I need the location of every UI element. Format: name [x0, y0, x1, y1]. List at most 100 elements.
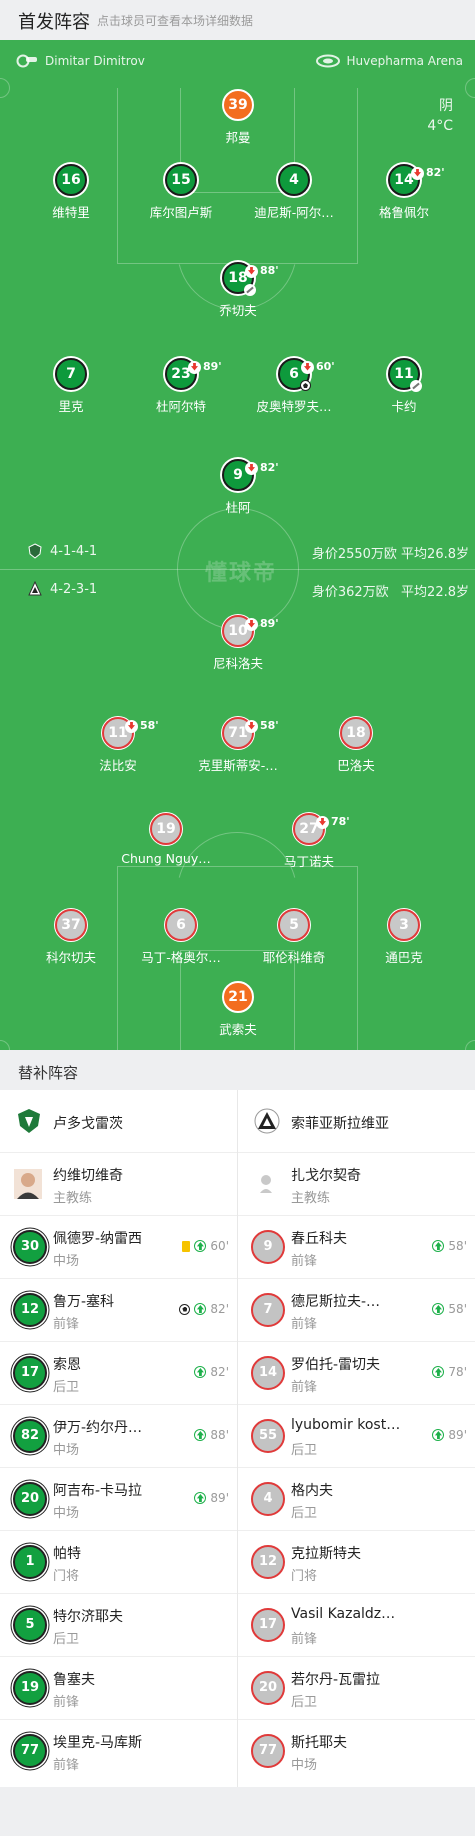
- home-sub-row[interactable]: 5 特尔济耶夫 后卫: [0, 1594, 237, 1657]
- player-number-badge: 27 78': [293, 813, 350, 845]
- home-team-crest-icon: [18, 1109, 40, 1133]
- player-number-badge: 6 60': [278, 358, 335, 391]
- sub-event: 58': [432, 1302, 467, 1316]
- sub-number-badge: 77: [251, 1734, 285, 1768]
- home-sub-row[interactable]: 30 佩德罗-纳雷西 中场 60': [0, 1216, 237, 1279]
- sub-name: 斯托耶夫: [291, 1735, 347, 1751]
- player-name: 格鲁佩尔: [378, 205, 429, 220]
- sub-in-icon: [432, 1240, 445, 1252]
- away-player-27[interactable]: 27 78' 马丁诺夫: [244, 813, 374, 870]
- away-player-11[interactable]: 11 58' 法比安: [53, 717, 183, 774]
- home-sub-row[interactable]: 77 埃里克-马库斯 前锋: [0, 1720, 237, 1783]
- sub-number-badge: 17: [251, 1608, 285, 1642]
- sub-position: 门将: [53, 1569, 80, 1584]
- sub-number-badge: 5: [13, 1608, 47, 1642]
- sub-name: 伊万-约尔丹…: [53, 1420, 143, 1436]
- sub-position: 中场: [53, 1443, 80, 1458]
- home-player-9[interactable]: 9 82' 杜阿: [173, 459, 303, 516]
- home-sub-row[interactable]: 19 鲁塞夫 前锋: [0, 1657, 237, 1720]
- player-name: 邦曼: [225, 130, 251, 145]
- away-sub-row[interactable]: 17 Vasil Kazaldz… 前锋: [238, 1594, 475, 1657]
- home-sub-row[interactable]: 17 索恩 后卫 82': [0, 1342, 237, 1405]
- away-player-3[interactable]: 3 通巴克: [339, 909, 469, 966]
- home-sub-row[interactable]: 82 伊万-约尔丹… 中场 88': [0, 1405, 237, 1468]
- player-number-badge: 7: [55, 358, 87, 390]
- sub-position: 前锋: [291, 1317, 318, 1332]
- sub-number-badge: 7: [251, 1293, 285, 1327]
- injury-icon: [244, 284, 256, 296]
- sub-position: 前锋: [53, 1695, 80, 1710]
- sub-number-badge: 20: [13, 1482, 47, 1516]
- home-formation: 4-1-4-1: [28, 543, 97, 559]
- sub-position: 中场: [291, 1758, 318, 1773]
- home-sub-row[interactable]: 12 鲁万-塞科 前锋 82': [0, 1279, 237, 1342]
- sub-number-badge: 12: [251, 1545, 285, 1579]
- coach-name: 约维切维奇: [53, 1168, 123, 1184]
- sub-out-icon: [245, 264, 258, 278]
- away-sub-row[interactable]: 7 德尼斯拉夫-… 前锋 58': [238, 1279, 475, 1342]
- sub-in-icon: [432, 1366, 445, 1378]
- home-sub-row[interactable]: 1 帕特 门将: [0, 1531, 237, 1594]
- away-sub-row[interactable]: 4 格内夫 后卫: [238, 1468, 475, 1531]
- sub-off-marker: 82': [411, 159, 445, 187]
- home-team-row[interactable]: 卢多戈雷茨: [0, 1090, 237, 1153]
- away-sub-row[interactable]: 20 若尔丹-瓦雷拉 后卫: [238, 1657, 475, 1720]
- sub-name: 阿吉布-卡马拉: [53, 1483, 143, 1499]
- subs-title: 替补阵容: [18, 1064, 79, 1082]
- sub-position: 中场: [53, 1254, 80, 1269]
- away-sub-row[interactable]: 55 lyubomir kost… 后卫 89': [238, 1405, 475, 1468]
- sub-position: 后卫: [291, 1443, 318, 1458]
- away-team-crest-icon: [254, 1108, 280, 1134]
- sub-number-badge: 1: [13, 1545, 47, 1579]
- player-number-badge: 39: [222, 89, 254, 121]
- away-player-19[interactable]: 19 Chung Nguy…: [101, 813, 231, 866]
- home-team-name: 卢多戈雷茨: [53, 1116, 123, 1132]
- corner-arc-br: [465, 1040, 475, 1050]
- home-age-label: 平均26.8岁: [401, 547, 469, 562]
- coach-placeholder-icon: [260, 1175, 272, 1193]
- sub-out-icon: [245, 719, 258, 733]
- away-player-21[interactable]: 21 武索夫: [173, 981, 303, 1038]
- player-number-badge: 37: [55, 909, 87, 941]
- home-player-18[interactable]: 18 88' 乔切夫: [173, 262, 303, 319]
- injury-icon: [410, 380, 422, 392]
- away-player-6[interactable]: 6 马丁-格奥尔…: [116, 909, 246, 966]
- sub-number-badge: 55: [251, 1419, 285, 1453]
- home-player-14[interactable]: 14 82' 格鲁佩尔: [339, 164, 469, 221]
- player-name: 尼科洛夫: [212, 656, 263, 671]
- home-coach-row[interactable]: 约维切维奇 主教练: [0, 1153, 237, 1216]
- away-sub-row[interactable]: 12 克拉斯特夫 门将: [238, 1531, 475, 1594]
- weather-condition: 阴: [439, 98, 453, 114]
- player-name: 巴洛夫: [337, 758, 375, 773]
- away-sub-row[interactable]: 9 春丘科夫 前锋 58': [238, 1216, 475, 1279]
- home-player-15[interactable]: 15 库尔图卢斯: [116, 164, 246, 221]
- away-sub-row[interactable]: 14 罗伯托-雷切夫 前锋 78': [238, 1342, 475, 1405]
- away-coach-row[interactable]: 扎戈尔契奇 主教练: [238, 1153, 475, 1216]
- away-sub-row[interactable]: 77 斯托耶夫 中场: [238, 1720, 475, 1783]
- away-player-10[interactable]: 10 89' 尼科洛夫: [173, 615, 303, 672]
- away-player-71[interactable]: 71 58' 克里斯蒂安-…: [173, 717, 303, 774]
- home-player-11[interactable]: 11 卡约: [339, 358, 469, 415]
- home-player-23[interactable]: 23 89' 杜阿尔特: [116, 358, 246, 415]
- player-number-badge: 19: [150, 813, 182, 845]
- sub-in-icon: [194, 1492, 207, 1504]
- sub-name: 索恩: [53, 1357, 81, 1373]
- stadium-name: Huvepharma Arena: [346, 54, 464, 68]
- sub-name: 克拉斯特夫: [291, 1546, 361, 1562]
- away-team-name: 索菲亚斯拉维亚: [291, 1116, 389, 1132]
- away-team-row[interactable]: 索菲亚斯拉维亚: [238, 1090, 475, 1153]
- home-sub-row[interactable]: 20 阿吉布-卡马拉 中场 89': [0, 1468, 237, 1531]
- away-player-18[interactable]: 18 巴洛夫: [291, 717, 421, 774]
- player-number-badge: 5: [278, 909, 310, 941]
- player-name: 克里斯蒂安-…: [198, 758, 278, 773]
- away-subs-column: 索菲亚斯拉维亚 扎戈尔契奇 主教练 9 春丘科夫 前锋 58' 7 德尼斯拉夫-…: [238, 1090, 475, 1787]
- sub-position: 后卫: [291, 1506, 318, 1521]
- home-player-39[interactable]: 39 邦曼: [173, 89, 303, 146]
- pitch: Dimitar Dimitrov Huvepharma Arena 阴 4°C …: [0, 40, 475, 1050]
- coach-role: 主教练: [291, 1191, 331, 1206]
- sub-name: 罗伯托-雷切夫: [291, 1357, 381, 1373]
- sub-position: 前锋: [291, 1632, 318, 1647]
- sub-position: 中场: [53, 1506, 80, 1521]
- sub-position: 前锋: [53, 1317, 80, 1332]
- sub-event: 78': [432, 1365, 467, 1379]
